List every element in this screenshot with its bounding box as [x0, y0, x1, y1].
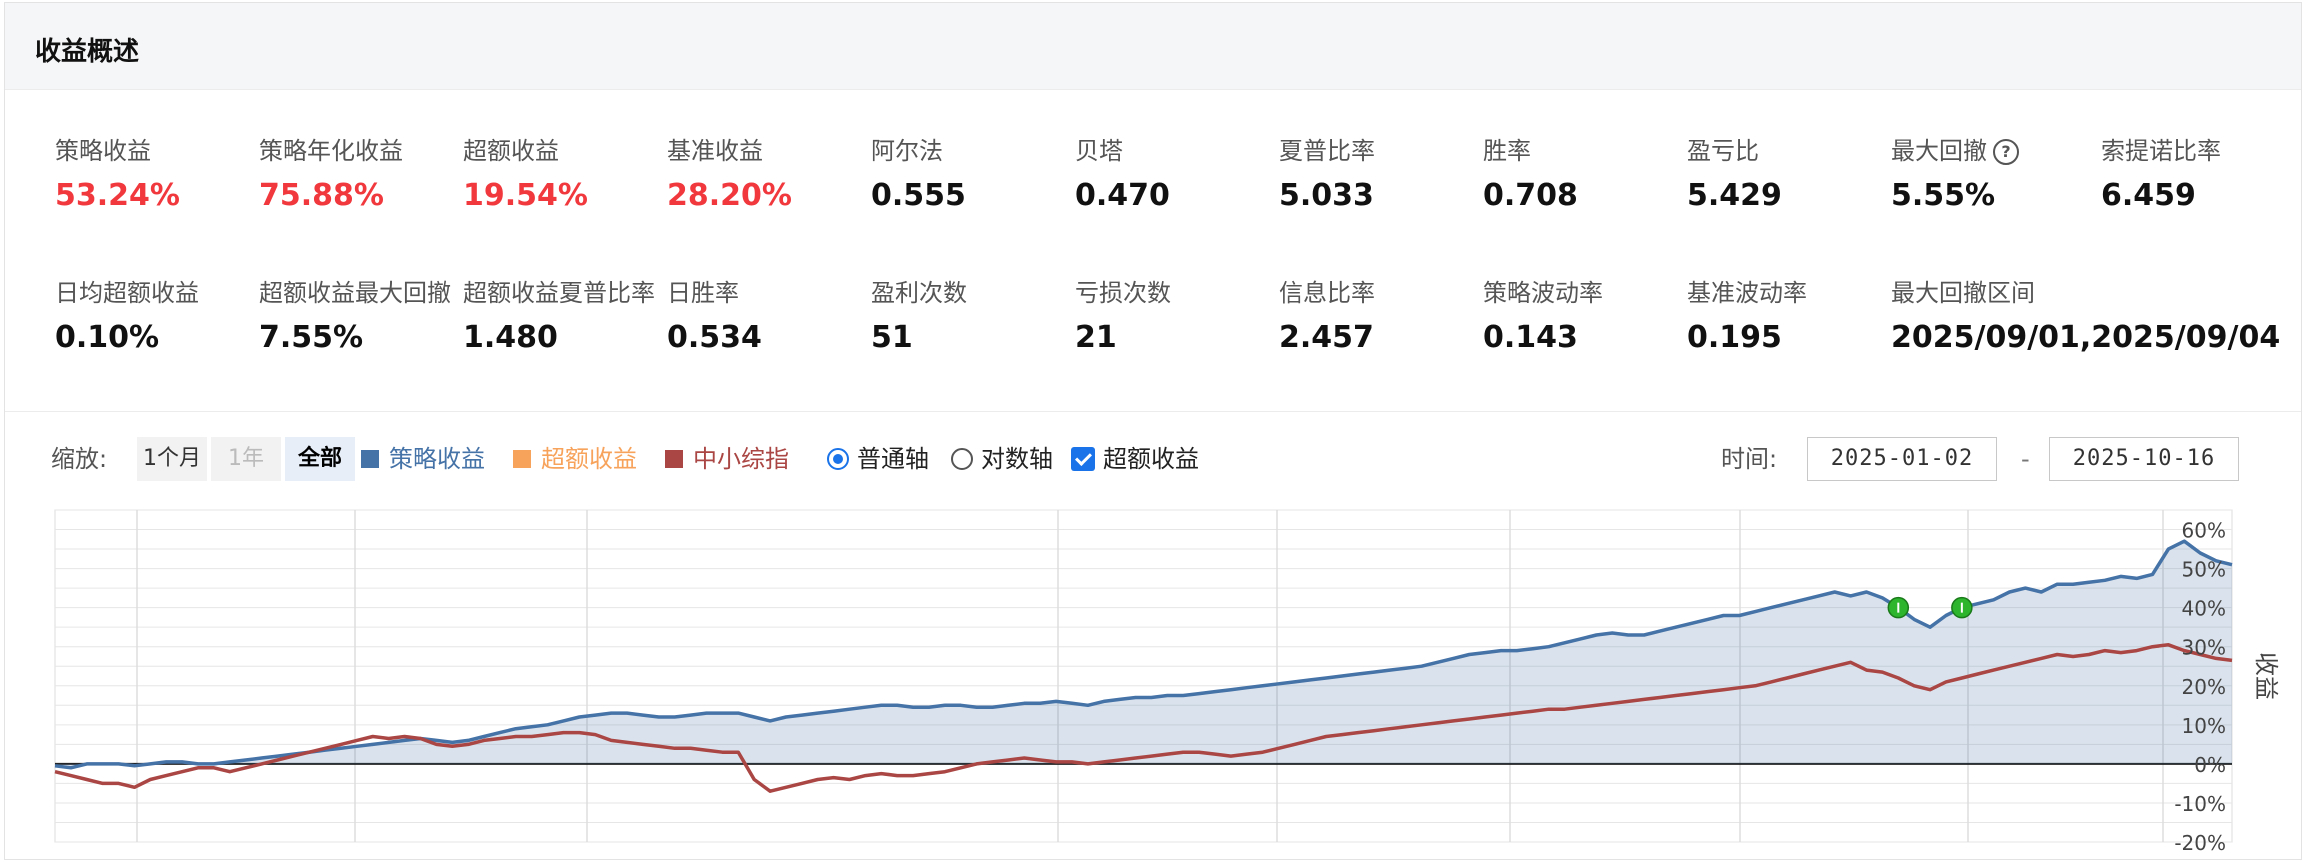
returns-chart[interactable]: 60% 50% 40% 30% 20% 10% 0% -10% -20% 收益 [0, 0, 2304, 862]
y-tick-label: 10% [2182, 714, 2226, 738]
y-tick-label: 20% [2182, 675, 2226, 699]
y-tick-label: -20% [2174, 831, 2226, 855]
y-tick-label: 40% [2182, 597, 2226, 621]
y-axis-title: 收益 [2252, 652, 2280, 700]
y-tick-label: 0% [2194, 753, 2226, 777]
y-tick-label: 30% [2182, 636, 2226, 660]
y-tick-label: 60% [2182, 519, 2226, 543]
y-tick-label: 50% [2182, 558, 2226, 582]
y-tick-label: -10% [2174, 792, 2226, 816]
